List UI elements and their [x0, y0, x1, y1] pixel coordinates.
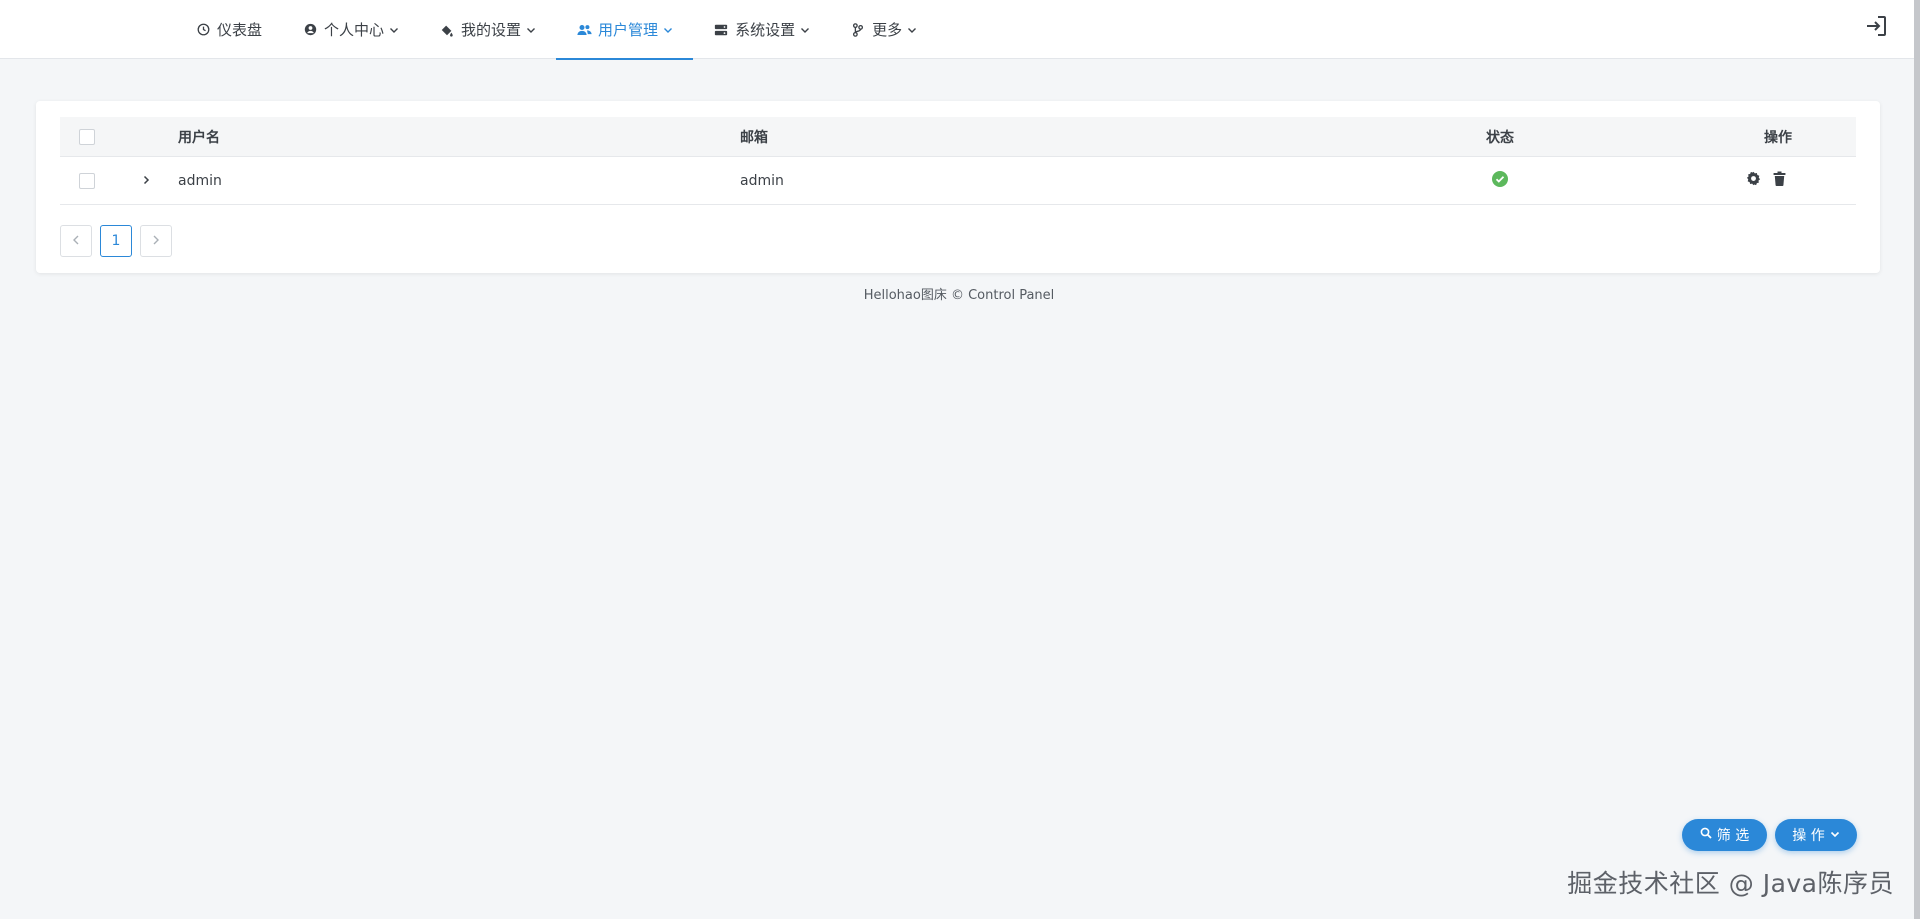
chevron-left-icon	[72, 233, 80, 249]
nav-item-more[interactable]: 更多	[830, 0, 937, 59]
top-navbar: 仪表盘 个人中心 我的设置 用户管理 系统设置 更多	[0, 0, 1918, 60]
nav-label: 仪表盘	[217, 21, 263, 39]
pagination-page-button[interactable]: 1	[100, 225, 132, 257]
nav-item-user-management[interactable]: 用户管理	[556, 0, 694, 60]
pagination-prev-button[interactable]	[60, 225, 92, 257]
users-table: 用户名 邮箱 状态 操作 admin admin	[60, 117, 1856, 205]
chevron-down-icon	[1830, 827, 1840, 843]
search-icon	[1700, 827, 1712, 843]
main-nav: 仪表盘 个人中心 我的设置 用户管理 系统设置 更多	[175, 0, 937, 60]
clock-icon	[195, 22, 211, 38]
pagination: 1	[60, 225, 172, 257]
row-checkbox[interactable]	[79, 172, 95, 189]
paint-bucket-icon	[439, 22, 455, 38]
column-header-username[interactable]: 用户名	[178, 127, 740, 147]
chevron-down-icon	[800, 25, 810, 35]
nav-item-my-settings[interactable]: 我的设置	[419, 0, 556, 59]
nav-item-system-settings[interactable]: 系统设置	[693, 0, 830, 59]
chevron-down-icon	[663, 25, 673, 35]
users-icon	[576, 22, 592, 38]
column-header-actions: 操作	[1764, 129, 1792, 146]
nav-label: 我的设置	[461, 21, 522, 39]
nav-label: 用户管理	[598, 21, 659, 39]
trash-icon[interactable]	[1773, 171, 1786, 190]
logout-icon	[1864, 14, 1888, 42]
chevron-down-icon	[389, 25, 399, 35]
vertical-scrollbar[interactable]	[1914, 0, 1920, 919]
cell-username: admin	[178, 172, 222, 189]
filter-button-label: 筛 选	[1716, 828, 1750, 844]
nav-item-dashboard[interactable]: 仪表盘	[175, 0, 282, 59]
nav-item-profile[interactable]: 个人中心	[282, 0, 419, 59]
chevron-down-icon	[907, 25, 917, 35]
pagination-next-button[interactable]	[140, 225, 172, 257]
logout-button[interactable]	[1862, 14, 1890, 42]
scrollbar-thumb[interactable]	[1914, 0, 1920, 919]
cell-email: admin	[740, 172, 784, 189]
expand-row-chevron-icon[interactable]	[141, 173, 151, 189]
table-header: 用户名 邮箱 状态 操作	[60, 117, 1856, 157]
page-footer: Hellohao图床 © Control Panel	[863, 288, 1055, 303]
actions-dropdown-button[interactable]: 操 作	[1775, 819, 1857, 851]
nav-label: 系统设置	[735, 21, 796, 39]
chevron-down-icon	[526, 25, 536, 35]
code-branch-icon	[850, 22, 866, 38]
server-icon	[713, 22, 729, 38]
watermark: 掘金技术社区 @ Java陈序员	[1567, 869, 1894, 898]
user-circle-icon	[302, 22, 318, 38]
column-header-status[interactable]: 状态	[1380, 127, 1620, 147]
filter-button[interactable]: 筛 选	[1682, 819, 1767, 851]
table-row: admin admin	[60, 157, 1856, 205]
select-all-checkbox[interactable]	[79, 128, 95, 145]
gear-icon[interactable]	[1746, 171, 1761, 190]
check-circle-icon	[1492, 170, 1508, 191]
chevron-right-icon	[152, 233, 160, 249]
column-header-email[interactable]: 邮箱	[740, 127, 1380, 147]
nav-label: 个人中心	[324, 21, 385, 39]
users-table-card: 用户名 邮箱 状态 操作 admin admin 1	[36, 101, 1880, 273]
nav-label: 更多	[872, 21, 903, 39]
actions-button-label: 操 作	[1792, 828, 1825, 844]
